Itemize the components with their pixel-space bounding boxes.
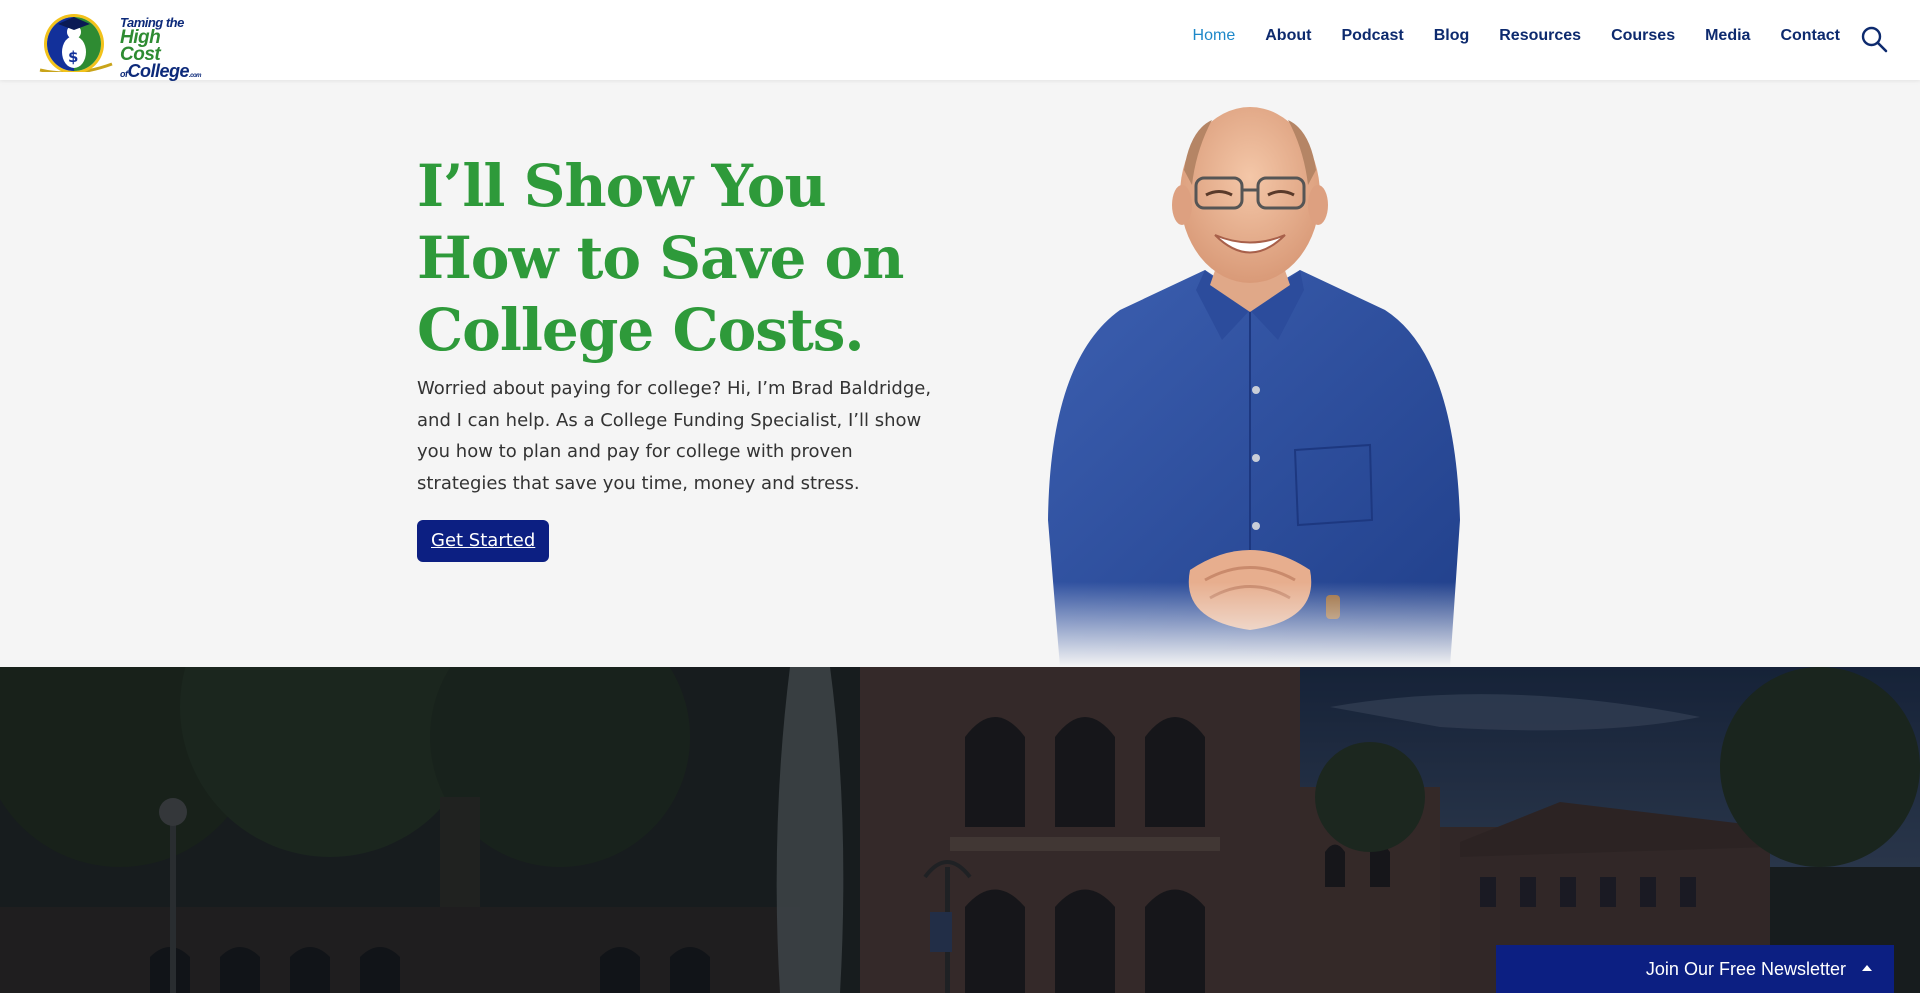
host-portrait-image <box>1000 100 1500 667</box>
graduate-dollar-emblem-icon: $ <box>39 14 113 72</box>
hero-description: Worried about paying for college? Hi, I’… <box>417 378 932 494</box>
nav-media[interactable]: Media <box>1705 27 1750 45</box>
search-icon[interactable] <box>1860 25 1888 53</box>
nav-blog[interactable]: Blog <box>1434 27 1470 45</box>
hero-title: I’ll Show You How to Save on College Cos… <box>417 152 904 364</box>
main-nav: Home About Podcast Blog Resources Course… <box>1193 27 1840 45</box>
logo-of: of <box>120 68 128 79</box>
chevron-up-icon[interactable] <box>1860 961 1874 975</box>
nav-resources[interactable]: Resources <box>1499 27 1581 45</box>
nav-home[interactable]: Home <box>1193 27 1236 45</box>
logo-line-2: High Cost <box>120 26 161 65</box>
nav-courses[interactable]: Courses <box>1611 27 1675 45</box>
newsletter-bar[interactable]: Join Our Free Newsletter <box>1496 945 1894 993</box>
site-logo[interactable]: $ Taming the High Cost ofCollege.com <box>34 8 204 80</box>
logo-wordmark: Taming the High Cost ofCollege.com <box>120 16 204 81</box>
logo-college: College <box>127 60 190 81</box>
nav-podcast[interactable]: Podcast <box>1341 27 1403 45</box>
nav-about[interactable]: About <box>1265 27 1311 45</box>
logo-com: .com <box>189 72 202 79</box>
nav-contact[interactable]: Contact <box>1780 27 1840 45</box>
site-header: $ Taming the High Cost ofCollege.com Hom… <box>0 0 1920 80</box>
get-started-button[interactable]: Get Started <box>417 520 550 562</box>
newsletter-label: Join Our Free Newsletter <box>1645 959 1846 979</box>
logo-line-3: ofCollege.com <box>120 60 204 81</box>
hero-section: I’ll Show You How to Save on College Cos… <box>0 80 1920 667</box>
svg-text:$: $ <box>68 48 78 66</box>
